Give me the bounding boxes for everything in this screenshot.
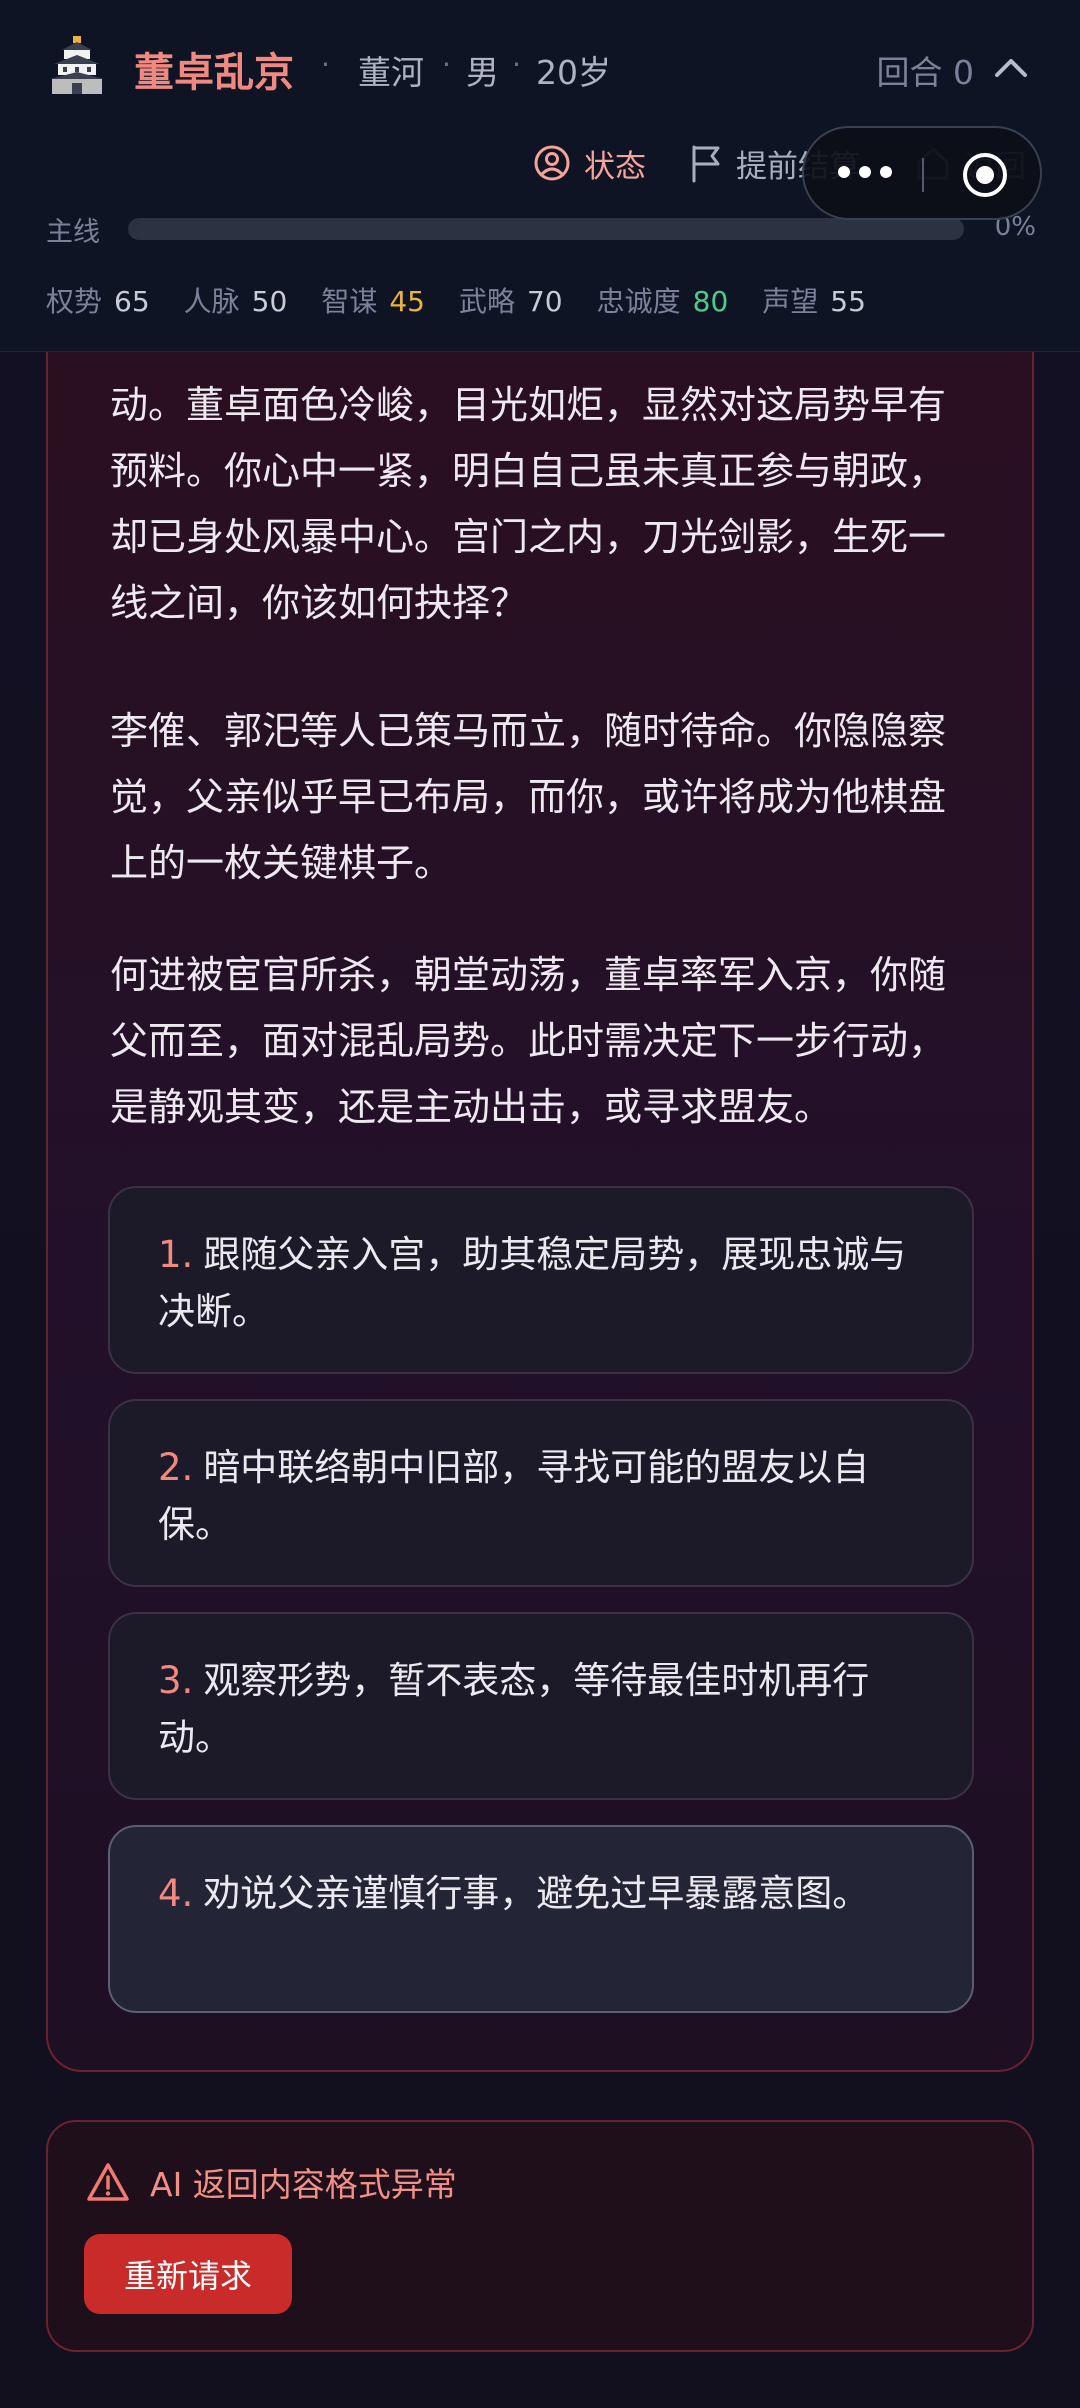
choice-number: 2.	[158, 1446, 194, 1489]
choice-number: 4.	[158, 1872, 194, 1915]
choice-text: 劝说父亲谨慎行事，避免过早暴露意图。	[203, 1872, 870, 1915]
target-icon[interactable]	[960, 150, 1010, 200]
player-age: 20岁	[536, 53, 611, 92]
stat-item: 权势 65	[46, 280, 150, 320]
stat-value: 50	[251, 285, 288, 318]
player-name: 董河	[358, 53, 424, 92]
stat-item: 智谋 45	[321, 280, 425, 320]
choice-number: 1.	[158, 1233, 194, 1276]
story-paragraph: 何进被宦官所杀，朝堂动荡，董卓率军入京，你随父而至，面对混乱局势。此时需决定下一…	[110, 953, 947, 1129]
stat-item: 声望 55	[762, 280, 866, 320]
status-button[interactable]: 状态	[532, 136, 646, 190]
title-row: 董卓乱京 · 董河 · 男 · 20岁 回合 0	[46, 34, 1036, 106]
warning-triangle-icon	[87, 2163, 129, 2201]
choice-option-1[interactable]: 1. 跟随父亲入宫，助其稳定局势，展现忠诚与决断。	[108, 1186, 974, 1374]
stat-value: 80	[692, 285, 729, 318]
choice-option-2[interactable]: 2. 暗中联络朝中旧部，寻找可能的盟友以自保。	[108, 1399, 974, 1587]
choice-text: 观察形势，暂不表态，等待最佳时机再行动。	[158, 1659, 870, 1759]
stats-row: 权势 65 人脉 50 智谋 45 武略 70 忠诚度 80 声望 55	[46, 280, 866, 320]
story-card: 动。董卓面色冷峻，目光如炬，显然对这局势早有预料。你心中一紧，明白自己虽未真正参…	[46, 300, 1034, 2072]
error-message-row: AI 返回内容格式异常	[86, 2158, 457, 2206]
separator: ·	[442, 48, 451, 81]
game-page: 动。董卓面色冷峻，目光如炬，显然对这局势早有预料。你心中一紧，明白自己虽未真正参…	[0, 0, 1080, 2408]
capsule-divider	[922, 158, 924, 192]
chevron-up-icon[interactable]	[986, 44, 1036, 94]
stat-value: 65	[114, 285, 150, 318]
story-paragraph: 李傕、郭汜等人已策马而立，随时待命。你隐隐察觉，父亲似乎早已布局，而你，或许将成…	[110, 709, 947, 885]
choice-number: 3.	[158, 1659, 194, 1702]
story-paragraph: 动。董卓面色冷峻，目光如炬，显然对这局势早有预料。你心中一紧，明白自己虽未真正参…	[110, 383, 947, 625]
game-title: 董卓乱京	[134, 50, 294, 96]
stat-item: 武略 70	[459, 280, 563, 320]
progress-label: 主线	[46, 217, 100, 248]
player-gender: 男	[466, 53, 499, 92]
choice-option-3[interactable]: 3. 观察形势，暂不表态，等待最佳时机再行动。	[108, 1612, 974, 1800]
stat-label: 人脉	[183, 285, 240, 318]
stat-item: 忠诚度 80	[597, 280, 729, 320]
stat-item: 人脉 50	[184, 280, 288, 320]
error-card: AI 返回内容格式异常 重新请求	[46, 2120, 1034, 2352]
flag-icon	[692, 145, 720, 183]
castle-logo-icon	[50, 36, 104, 94]
stat-label: 智谋	[321, 285, 378, 318]
separator: ·	[321, 48, 330, 81]
stat-value: 55	[830, 285, 866, 318]
stat-label: 武略	[458, 285, 515, 318]
status-label: 状态	[584, 148, 646, 185]
stat-value: 45	[389, 285, 425, 318]
user-circle-icon	[534, 145, 570, 181]
retry-button[interactable]: 重新请求	[84, 2234, 292, 2314]
round-counter: 回合 0	[876, 53, 975, 92]
error-message: AI 返回内容格式异常	[150, 2165, 457, 2204]
miniprogram-capsule	[802, 126, 1042, 220]
stat-value: 70	[526, 285, 563, 318]
choice-option-4[interactable]: 4. 劝说父亲谨慎行事，避免过早暴露意图。	[108, 1825, 974, 2013]
separator: ·	[512, 48, 521, 81]
progress-track	[128, 218, 964, 240]
stat-label: 权势	[46, 285, 103, 318]
choice-text: 跟随父亲入宫，助其稳定局势，展现忠诚与决断。	[158, 1233, 907, 1333]
more-dots-icon[interactable]	[838, 166, 892, 178]
choice-text: 暗中联络朝中旧部，寻找可能的盟友以自保。	[158, 1446, 870, 1546]
stat-label: 忠诚度	[596, 285, 681, 318]
stat-label: 声望	[762, 285, 819, 318]
